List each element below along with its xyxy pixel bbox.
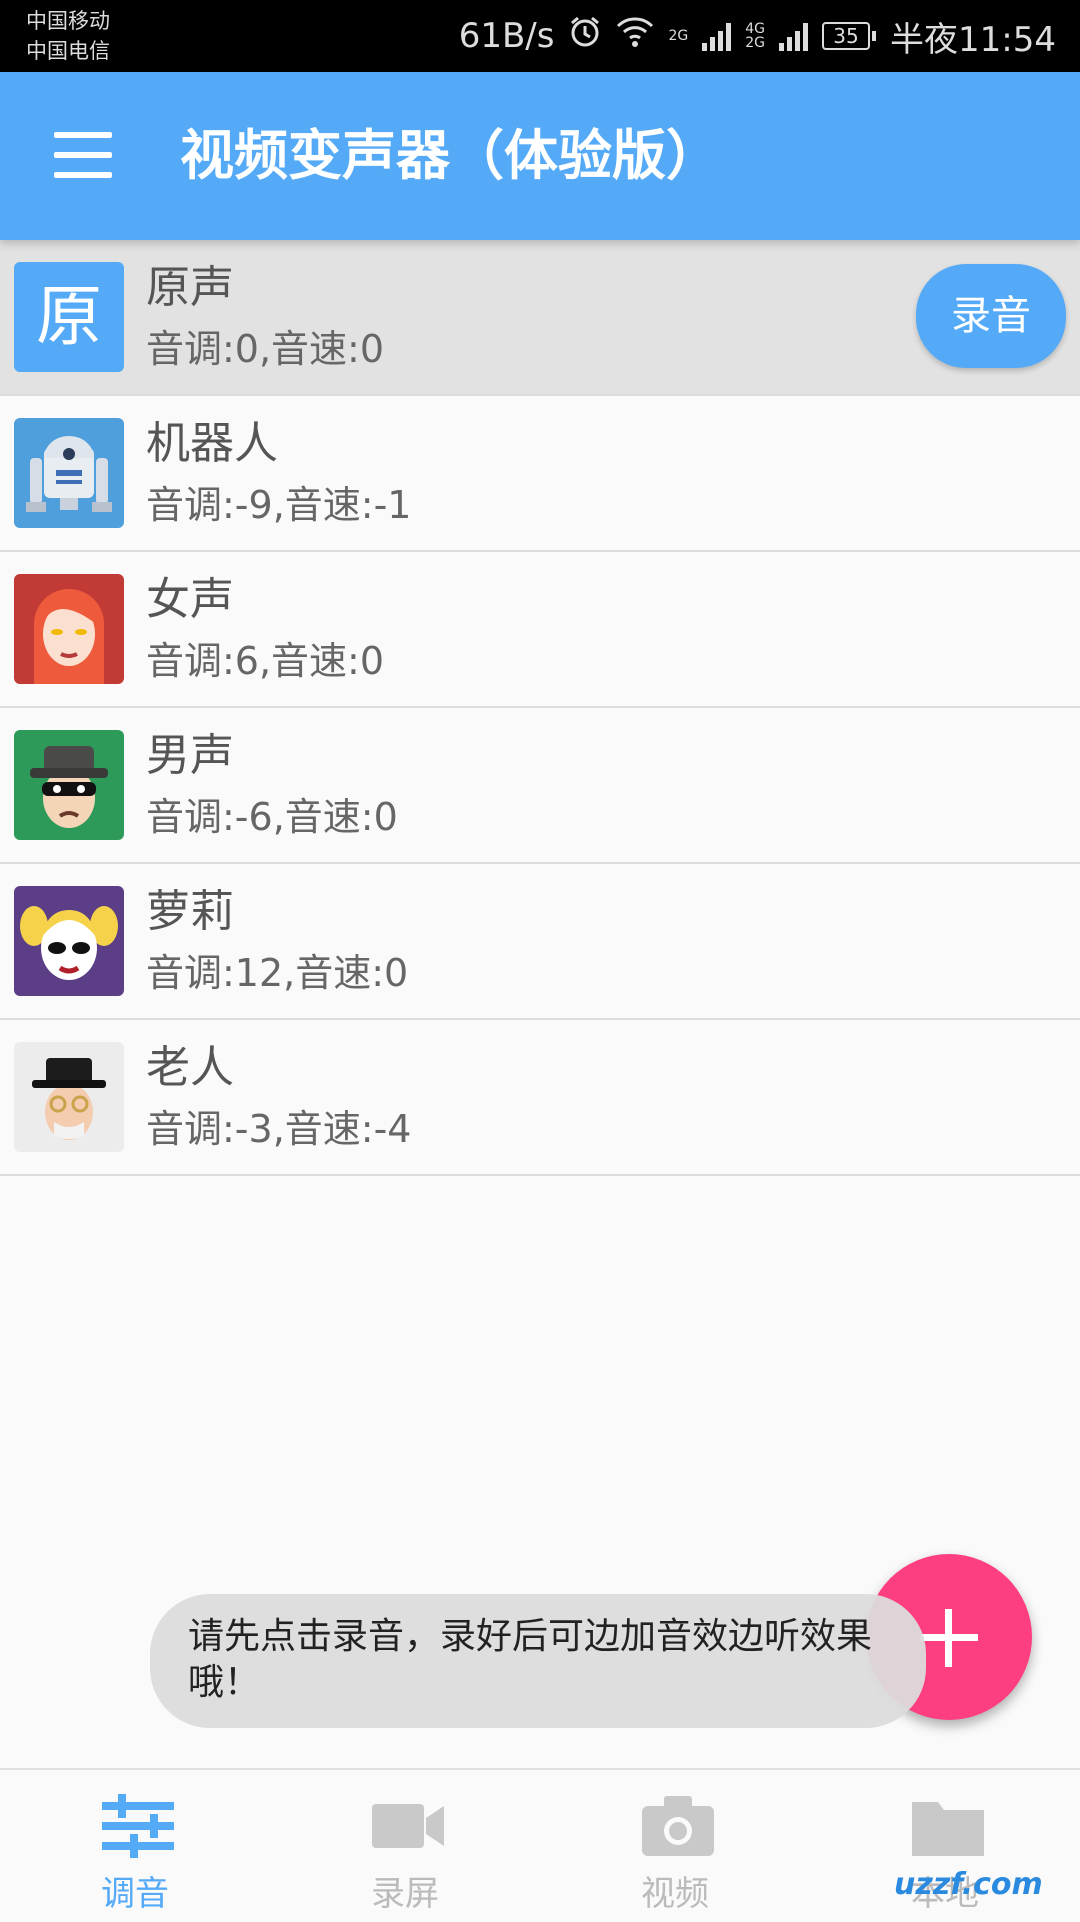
signal-2-icon: [779, 21, 809, 51]
voice-name: 萝莉: [146, 886, 234, 937]
voice-name: 原声: [146, 262, 234, 313]
voice-params: 音调:12,音速:0: [146, 951, 409, 995]
watermark-text: uzzf.com: [894, 1866, 1043, 1902]
voice-name: 男声: [146, 730, 234, 781]
tab-video[interactable]: 视频: [540, 1770, 810, 1922]
status-icons: 61B/s 2G 4G 2G 35 半夜11:54: [459, 0, 1056, 72]
voice-item-female[interactable]: 女声 音调:6,音速:0: [0, 552, 1080, 708]
battery-level: 35: [822, 22, 871, 50]
sim2-type: 4G 2G: [745, 21, 766, 51]
voice-params: 音调:0,音速:0: [146, 327, 385, 371]
voice-list: 原 原声 音调:0,音速:0 录音 机器人 音调:-9,音速:-1 女声 音调:…: [0, 240, 1080, 1176]
hamburger-menu-icon[interactable]: [54, 132, 112, 178]
voice-item-robot[interactable]: 机器人 音调:-9,音速:-1: [0, 396, 1080, 552]
voice-item-loli[interactable]: 萝莉 音调:12,音速:0: [0, 864, 1080, 1020]
toast-message: 请先点击录音，录好后可边加音效边听效果哦！: [150, 1594, 926, 1728]
camera-icon: [642, 1796, 714, 1856]
app-title: 视频变声器（体验版）: [180, 124, 720, 187]
voice-name: 老人: [146, 1042, 234, 1093]
alarm-icon: [568, 15, 602, 58]
sim1-type: 2G: [668, 28, 689, 44]
voice-item-old-man[interactable]: 老人 音调:-3,音速:-4: [0, 1020, 1080, 1176]
tab-label: 视频: [641, 1874, 709, 1914]
status-bar: 中国移动 中国电信 61B/s 2G 4G 2G 35 半夜11:54: [0, 0, 1080, 72]
wifi-icon: [616, 16, 654, 57]
voice-item-original[interactable]: 原 原声 音调:0,音速:0 录音: [0, 240, 1080, 396]
loli-icon: [14, 886, 124, 996]
tab-tuning[interactable]: 调音: [0, 1770, 270, 1922]
carrier-1: 中国移动: [26, 9, 110, 33]
net-speed: 61B/s: [458, 16, 555, 56]
voice-params: 音调:-9,音速:-1: [146, 483, 412, 527]
voice-item-male[interactable]: 男声 音调:-6,音速:0: [0, 708, 1080, 864]
voice-params: 音调:-6,音速:0: [146, 795, 398, 839]
record-button[interactable]: 录音: [916, 264, 1066, 368]
sliders-icon: [102, 1794, 174, 1858]
video-camera-icon: [372, 1804, 444, 1848]
app-bar: 视频变声器（体验版）: [0, 72, 1080, 240]
signal-1-icon: [702, 21, 732, 51]
tab-label: 调音: [101, 1874, 169, 1914]
voice-name: 机器人: [146, 418, 278, 469]
folder-icon: [912, 1802, 984, 1856]
original-voice-icon: 原: [14, 262, 124, 372]
male-masked-icon: [14, 730, 124, 840]
robot-icon: [14, 418, 124, 528]
carrier-2: 中国电信: [26, 39, 110, 63]
voice-name: 女声: [146, 574, 234, 625]
clock: 半夜11:54: [890, 19, 1056, 60]
voice-params: 音调:6,音速:0: [146, 639, 385, 683]
battery-icon: 35: [822, 22, 877, 50]
voice-params: 音调:-3,音速:-4: [146, 1107, 412, 1151]
carrier-info: 中国移动 中国电信: [26, 6, 110, 66]
female-icon: [14, 574, 124, 684]
tab-label: 录屏: [371, 1874, 439, 1914]
tab-screen-record[interactable]: 录屏: [270, 1770, 540, 1922]
watermark: uzzf.com: [894, 1856, 1074, 1912]
old-man-icon: [14, 1042, 124, 1152]
